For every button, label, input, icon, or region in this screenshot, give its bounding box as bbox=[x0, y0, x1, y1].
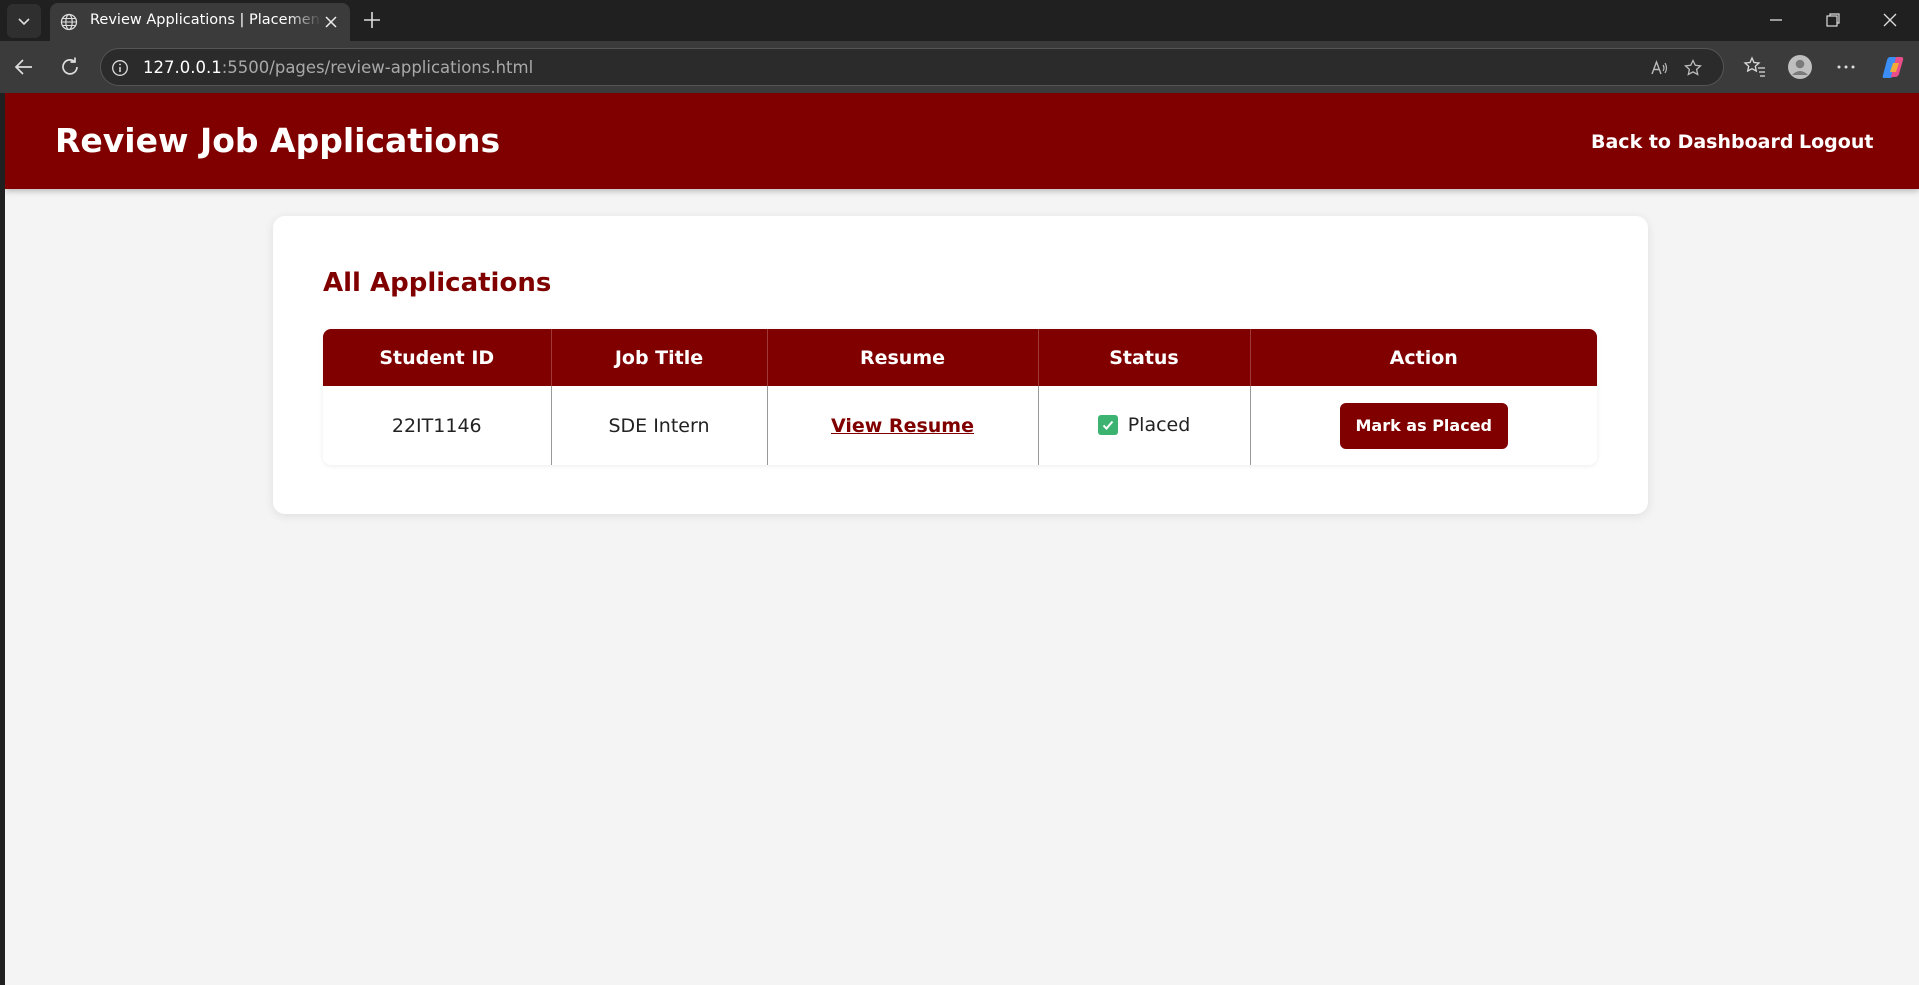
status-indicator: Placed bbox=[1097, 414, 1191, 436]
resume-cell: View Resume bbox=[767, 386, 1039, 465]
close-icon[interactable] bbox=[322, 13, 340, 31]
info-icon[interactable] bbox=[111, 59, 129, 77]
url-path: :5500/pages/review-applications.html bbox=[221, 58, 534, 77]
globe-icon bbox=[60, 13, 78, 31]
applications-table: Student ID Job Title Resume Status Actio… bbox=[323, 329, 1597, 465]
column-header-student-id: Student ID bbox=[323, 329, 552, 386]
address-bar[interactable]: 127.0.0.1:5500/pages/review-applications… bbox=[100, 48, 1724, 86]
mark-as-placed-button[interactable]: Mark as Placed bbox=[1339, 402, 1508, 449]
section-title: All Applications bbox=[323, 268, 552, 298]
back-arrow-icon[interactable] bbox=[11, 54, 37, 80]
minimize-icon[interactable] bbox=[1764, 8, 1788, 32]
job-title-cell: SDE Intern bbox=[551, 386, 768, 465]
action-cell: Mark as Placed bbox=[1250, 386, 1597, 465]
column-header-resume: Resume bbox=[767, 329, 1039, 386]
column-header-job-title: Job Title bbox=[551, 329, 768, 386]
restore-icon[interactable] bbox=[1821, 8, 1845, 32]
refresh-icon[interactable] bbox=[57, 54, 83, 80]
view-resume-link[interactable]: View Resume bbox=[831, 415, 974, 437]
page-title: Review Job Applications bbox=[55, 121, 501, 160]
url-text: 127.0.0.1:5500/pages/review-applications… bbox=[143, 58, 533, 77]
browser-tabstrip: Review Applications | PlacementPortal bbox=[0, 0, 1919, 41]
table-header-row: Student ID Job Title Resume Status Actio… bbox=[323, 329, 1597, 386]
back-to-dashboard-link[interactable]: Back to Dashboard bbox=[1591, 131, 1793, 153]
copilot-icon[interactable] bbox=[1880, 54, 1906, 80]
column-header-action: Action bbox=[1250, 329, 1597, 386]
chevron-down-icon bbox=[18, 18, 30, 26]
profile-avatar-icon[interactable] bbox=[1787, 54, 1813, 80]
page-header: Review Job Applications Back to Dashboar… bbox=[5, 93, 1919, 189]
tab-actions-menu[interactable] bbox=[7, 4, 41, 38]
column-header-status: Status bbox=[1038, 329, 1251, 386]
favorite-star-icon[interactable] bbox=[1683, 58, 1703, 78]
more-options-icon[interactable] bbox=[1833, 54, 1859, 80]
table-row: 22IT1146 SDE Intern View Resume Placed M… bbox=[323, 386, 1597, 465]
url-host: 127.0.0.1 bbox=[143, 58, 222, 77]
window-close-icon[interactable] bbox=[1878, 8, 1902, 32]
page-viewport: Review Job Applications Back to Dashboar… bbox=[5, 93, 1919, 985]
new-tab-icon[interactable] bbox=[360, 8, 384, 32]
status-text: Placed bbox=[1127, 414, 1191, 436]
student-id-cell: 22IT1146 bbox=[323, 386, 552, 465]
check-mark-icon bbox=[1097, 415, 1118, 435]
favorites-icon[interactable] bbox=[1742, 54, 1768, 80]
status-cell: Placed bbox=[1038, 386, 1251, 465]
logout-link[interactable]: Logout bbox=[1799, 131, 1873, 153]
applications-card: All Applications Student ID Job Title Re… bbox=[273, 216, 1648, 514]
tab-title: Review Applications | PlacementPortal bbox=[90, 12, 322, 28]
browser-toolbar: 127.0.0.1:5500/pages/review-applications… bbox=[0, 41, 1919, 93]
read-aloud-icon[interactable] bbox=[1649, 58, 1669, 78]
browser-tab-active[interactable]: Review Applications | PlacementPortal bbox=[50, 3, 350, 41]
